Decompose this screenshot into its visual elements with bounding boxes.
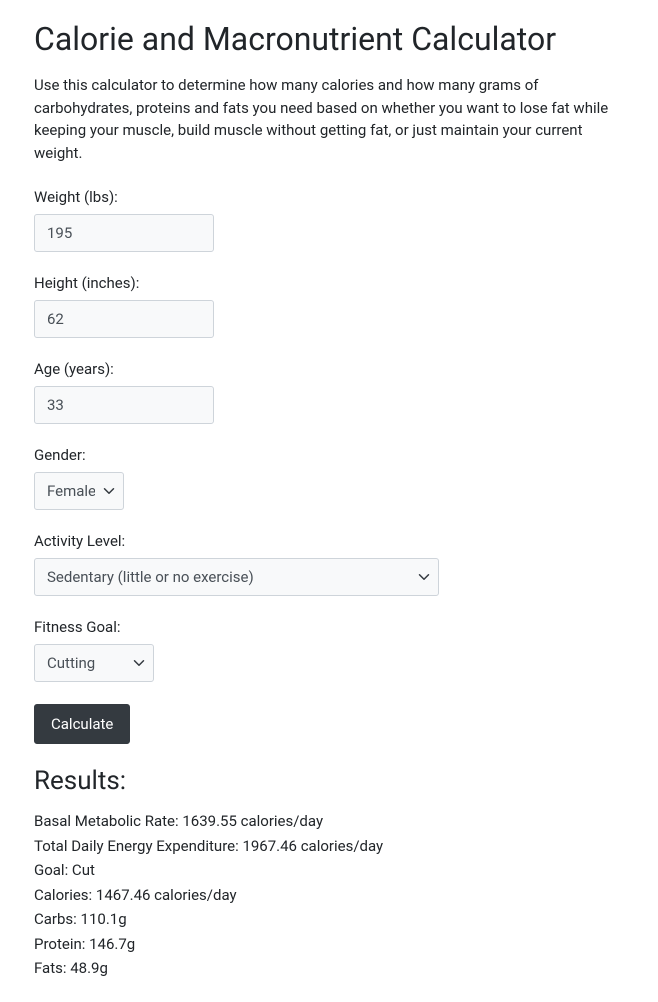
- calculate-button[interactable]: Calculate: [34, 704, 130, 744]
- intro-text: Use this calculator to determine how man…: [34, 74, 624, 164]
- result-protein: Protein: 146.7g: [34, 933, 624, 956]
- age-input[interactable]: [34, 386, 214, 424]
- age-label: Age (years):: [34, 360, 624, 378]
- activity-select[interactable]: Sedentary (little or no exercise): [34, 558, 439, 596]
- gender-select[interactable]: Female: [34, 472, 124, 510]
- gender-label: Gender:: [34, 446, 624, 464]
- goal-label: Fitness Goal:: [34, 618, 624, 636]
- result-calories: Calories: 1467.46 calories/day: [34, 884, 624, 907]
- gender-group: Gender: Female: [34, 446, 624, 510]
- results-heading: Results:: [34, 766, 624, 796]
- height-label: Height (inches):: [34, 274, 624, 292]
- weight-label: Weight (lbs):: [34, 188, 624, 206]
- age-group: Age (years):: [34, 360, 624, 424]
- goal-group: Fitness Goal: Cutting: [34, 618, 624, 682]
- result-bmr: Basal Metabolic Rate: 1639.55 calories/d…: [34, 810, 624, 833]
- result-tdee: Total Daily Energy Expenditure: 1967.46 …: [34, 835, 624, 858]
- activity-group: Activity Level: Sedentary (little or no …: [34, 532, 624, 596]
- page-title: Calorie and Macronutrient Calculator: [34, 20, 624, 58]
- result-goal: Goal: Cut: [34, 859, 624, 882]
- result-carbs: Carbs: 110.1g: [34, 908, 624, 931]
- goal-select[interactable]: Cutting: [34, 644, 154, 682]
- weight-input[interactable]: [34, 214, 214, 252]
- weight-group: Weight (lbs):: [34, 188, 624, 252]
- activity-label: Activity Level:: [34, 532, 624, 550]
- height-input[interactable]: [34, 300, 214, 338]
- height-group: Height (inches):: [34, 274, 624, 338]
- result-fats: Fats: 48.9g: [34, 957, 624, 980]
